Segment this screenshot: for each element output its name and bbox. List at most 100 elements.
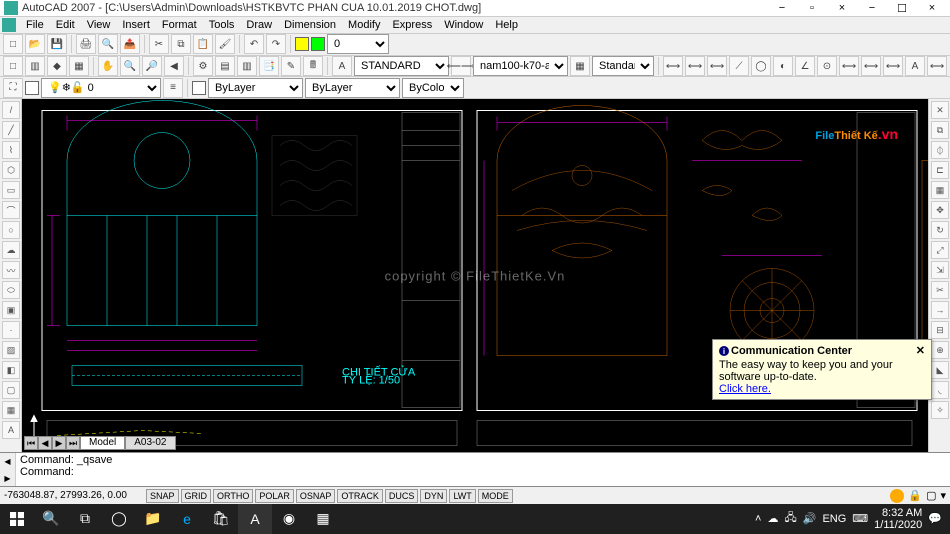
menu-tools[interactable]: Tools <box>203 17 241 33</box>
text-style-select[interactable]: STANDARD <box>354 56 449 76</box>
zoom-realtime-button[interactable]: 🔎 <box>142 56 162 76</box>
tab-next[interactable]: ▶ <box>52 436 66 450</box>
mirror-button[interactable]: ⏀ <box>931 141 949 159</box>
erase-button[interactable]: ✕ <box>931 101 949 119</box>
tool3-button[interactable]: ◆ <box>47 56 67 76</box>
toggle-lwt[interactable]: LWT <box>449 489 475 503</box>
join-button[interactable]: ⊕ <box>931 341 949 359</box>
scale-button[interactable]: ⤢ <box>931 241 949 259</box>
start-button[interactable] <box>0 504 34 534</box>
pline-button[interactable]: ⌇ <box>2 141 20 159</box>
tray-keyboard-icon[interactable]: ⌨ <box>852 512 868 525</box>
plotstyle-select[interactable]: ByColor <box>402 78 464 98</box>
preview-button[interactable]: 🔍 <box>98 34 118 54</box>
move-button[interactable]: ✥ <box>931 201 949 219</box>
rectangle-button[interactable]: ▭ <box>2 181 20 199</box>
toggle-model[interactable]: MODE <box>478 489 513 503</box>
copy-button[interactable]: ⧉ <box>171 34 191 54</box>
tray-clock[interactable]: 8:32 AM 1/11/2020 <box>874 507 922 531</box>
spline-button[interactable]: 〰 <box>2 261 20 279</box>
dim-tool10[interactable]: ⟷ <box>861 56 881 76</box>
table-button[interactable]: ▦ <box>2 401 20 419</box>
edge-icon[interactable]: e <box>170 504 204 534</box>
menu-help[interactable]: Help <box>489 17 524 33</box>
maximize-button[interactable]: ☐ <box>888 0 916 16</box>
ellipse-button[interactable]: ⬭ <box>2 281 20 299</box>
chamfer-button[interactable]: ◣ <box>931 361 949 379</box>
new-button[interactable]: □ <box>3 34 23 54</box>
dim-tool11[interactable]: ⟷ <box>883 56 903 76</box>
break-button[interactable]: ⊟ <box>931 321 949 339</box>
save-button[interactable]: 💾 <box>47 34 67 54</box>
dim-tool1[interactable]: ⟷ <box>663 56 683 76</box>
toggle-otrack[interactable]: OTRACK <box>337 489 383 503</box>
publish-button[interactable]: 📤 <box>120 34 140 54</box>
menu-express[interactable]: Express <box>386 17 438 33</box>
fillet-button[interactable]: ◟ <box>931 381 949 399</box>
current-color[interactable] <box>25 81 39 95</box>
close-button[interactable]: × <box>918 0 946 16</box>
block-button[interactable]: ▣ <box>2 301 20 319</box>
sheet-button[interactable]: ▥ <box>25 56 45 76</box>
toggle-ortho[interactable]: ORTHO <box>213 489 253 503</box>
menu-window[interactable]: Window <box>438 17 489 33</box>
tray-sound-icon[interactable]: 🔊 <box>803 512 817 525</box>
tab-last[interactable]: ⏭ <box>66 436 80 450</box>
revcloud-button[interactable]: ☁ <box>2 241 20 259</box>
layer-color-swatch2[interactable] <box>311 37 325 51</box>
table-style-select[interactable]: Standard <box>592 56 654 76</box>
tray-lang[interactable]: ENG <box>822 513 846 525</box>
tray-notifications-icon[interactable]: 💬 <box>928 512 942 525</box>
plot-button[interactable]: 🖨 <box>76 34 96 54</box>
zoom-prev-button[interactable]: ◀ <box>164 56 184 76</box>
menu-modify[interactable]: Modify <box>342 17 386 33</box>
lock-icon[interactable]: 🔒 <box>908 489 922 502</box>
menu-dimension[interactable]: Dimension <box>278 17 342 33</box>
dim-tool6[interactable]: ◐ <box>773 56 793 76</box>
linetype-select[interactable]: ByLayer <box>208 78 303 98</box>
layer-select[interactable]: 💡❄🔓 0 <box>41 78 161 98</box>
line-button[interactable]: / <box>2 101 20 119</box>
tab-model[interactable]: Model <box>80 436 125 450</box>
qcalc-button[interactable]: 🖩 <box>303 56 323 76</box>
taskview-icon[interactable]: ⧉ <box>68 504 102 534</box>
cc-link[interactable]: Click here. <box>719 383 771 395</box>
polygon-button[interactable]: ⬡ <box>2 161 20 179</box>
autocad-task-icon[interactable]: A <box>238 504 272 534</box>
command-text[interactable]: Command: _qsave Command: <box>16 453 950 486</box>
trim-button[interactable]: ✂ <box>931 281 949 299</box>
dim-tool2[interactable]: ⟷ <box>685 56 705 76</box>
app-icon2[interactable]: ▦ <box>306 504 340 534</box>
tab-layout1[interactable]: A03-02 <box>125 436 175 450</box>
extend-button[interactable]: → <box>931 301 949 319</box>
toggle-ducs[interactable]: DUCS <box>385 489 419 503</box>
gradient-button[interactable]: ◧ <box>2 361 20 379</box>
markup-button[interactable]: ✎ <box>281 56 301 76</box>
arc-button[interactable]: ⌒ <box>2 201 20 219</box>
point-button[interactable]: · <box>2 321 20 339</box>
status-tray-icon[interactable]: ▾ <box>940 489 946 502</box>
toggle-grid[interactable]: GRID <box>181 489 212 503</box>
layer-previous-button[interactable]: ≡ <box>163 78 183 98</box>
layer-props-button[interactable]: ⛶ <box>3 78 23 98</box>
rotate-button[interactable]: ↻ <box>931 221 949 239</box>
search-icon[interactable]: 🔍 <box>34 504 68 534</box>
commcenter-icon[interactable] <box>890 489 904 503</box>
cc-close-button[interactable]: ✕ <box>916 344 925 357</box>
cmd-scroll-left[interactable]: ◀ <box>0 453 15 470</box>
toggle-dyn[interactable]: DYN <box>420 489 447 503</box>
toggle-polar[interactable]: POLAR <box>255 489 294 503</box>
explorer-icon[interactable]: 📁 <box>136 504 170 534</box>
match-button[interactable]: 🖌 <box>215 34 235 54</box>
zoom-button[interactable]: 🔍 <box>120 56 140 76</box>
menu-format[interactable]: Format <box>156 17 203 33</box>
circle-button[interactable]: ○ <box>2 221 20 239</box>
menu-edit[interactable]: Edit <box>50 17 81 33</box>
tool-palettes-button[interactable]: ▥ <box>237 56 257 76</box>
design-center-button[interactable]: ▤ <box>215 56 235 76</box>
dim-tool7[interactable]: ∠ <box>795 56 815 76</box>
tool4-button[interactable]: ▦ <box>69 56 89 76</box>
mtext-button[interactable]: A <box>2 421 20 439</box>
dim-tool9[interactable]: ⟷ <box>839 56 859 76</box>
restore-doc-button[interactable]: ▫ <box>798 0 826 16</box>
